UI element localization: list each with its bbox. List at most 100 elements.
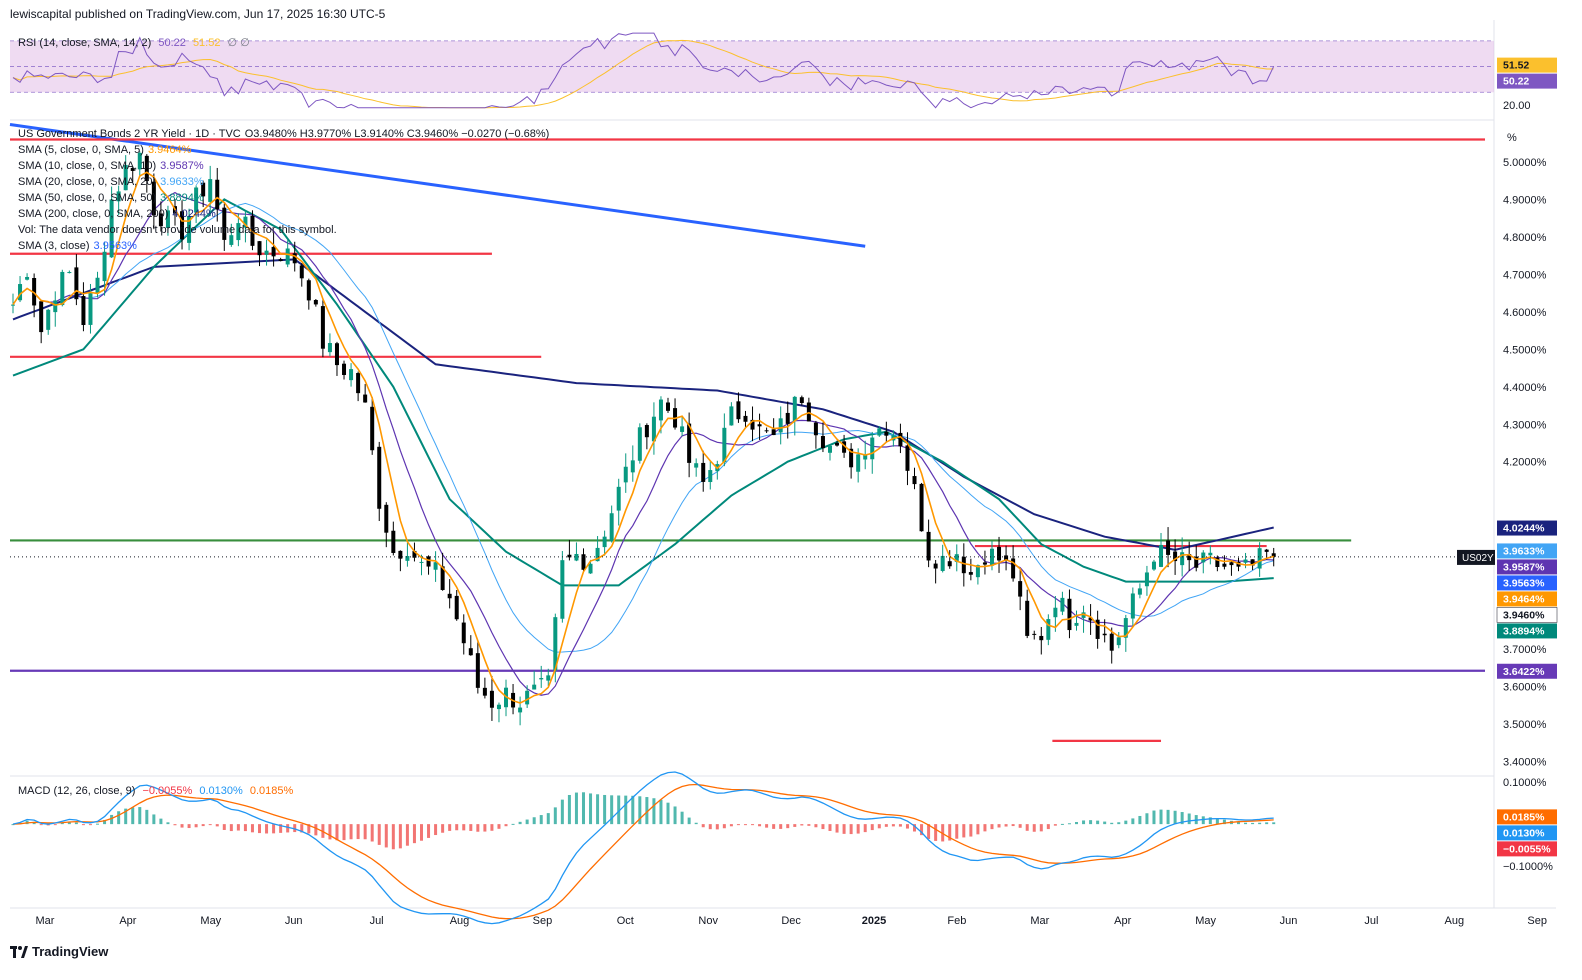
macd-hist-bar (391, 824, 395, 850)
macd-hist-bar (891, 824, 895, 827)
candle-body (475, 653, 480, 688)
candle-body (778, 418, 783, 433)
macd-hist-bar (722, 824, 726, 829)
candle-body (334, 343, 339, 366)
macd-hist-bar (603, 794, 607, 825)
sma20-line (12, 202, 1274, 653)
macd-legend: MACD (12, 26, close, 9) −0.0055% 0.0130%… (18, 785, 293, 797)
candle-body (856, 454, 861, 472)
macd-hist-bar (412, 824, 416, 844)
macd-hist-bar (751, 824, 755, 826)
candle-body (102, 251, 107, 282)
candle-body (905, 445, 910, 471)
macd-hist-bar (342, 824, 346, 841)
price-axis-label: 4.5000% (1503, 344, 1547, 356)
candle-body (11, 304, 15, 306)
candle-body (827, 445, 832, 453)
candle-body (1046, 619, 1051, 640)
legend-sma10: SMA (10, close, 0, SMA, 10) 3.9587% (18, 160, 204, 172)
candle-body (694, 463, 699, 468)
macd-hist-bar (1159, 809, 1163, 825)
macd-hist-bar (532, 817, 536, 825)
candle-body (835, 442, 840, 446)
macd-hist-bar (574, 792, 578, 825)
rsi-badge-label: 50.22 (1503, 76, 1529, 88)
macd-hist-bar (856, 824, 860, 834)
macd-hist-bar (1053, 824, 1057, 826)
rsi-legend-extras: ∅ ∅ (227, 37, 250, 49)
macd-hist-bar (715, 824, 719, 830)
candle-body (757, 424, 762, 427)
candle-body (1039, 635, 1044, 641)
candle-body (637, 427, 642, 461)
candle-body (546, 675, 551, 681)
macd-hist-bar (419, 824, 423, 841)
macd-hist-bar (870, 824, 874, 831)
macd-hist-bar (1244, 822, 1248, 825)
candle-body (539, 678, 544, 680)
candle-body (489, 690, 494, 708)
macd-hist-bar (511, 823, 515, 825)
tradingview-brand[interactable]: TradingView (10, 944, 108, 959)
macd-hist-bar (877, 824, 881, 829)
candle-body (391, 530, 396, 553)
macd-hist-bar (884, 824, 888, 827)
macd-hist-bar (476, 824, 480, 832)
macd-hist-bar (1039, 824, 1043, 832)
macd-hist-bar (398, 824, 402, 849)
sma10-line (12, 191, 1274, 696)
candle-body (785, 412, 790, 424)
price-badge-label: 3.6422% (1503, 666, 1545, 678)
x-axis-label: Sep (1527, 915, 1547, 927)
macd-hist-bar (990, 824, 994, 830)
macd-hist-bar (1082, 820, 1086, 825)
candle-body (884, 431, 889, 436)
candle-body (919, 483, 924, 532)
x-axis-label: Mar (1030, 915, 1049, 927)
candle-body (39, 301, 44, 333)
macd-hist-bar (483, 824, 487, 832)
macd-hist-bar (1096, 820, 1100, 825)
macd-hist-bar (434, 824, 438, 836)
macd-hist-bar (743, 824, 747, 826)
macd-badge-label: 0.0185% (1503, 811, 1545, 823)
rsi-legend-label: RSI (14, close, SMA, 14, 2) (18, 37, 152, 49)
candle-body (1243, 559, 1248, 563)
rsi-sma-legend-value: 51.52 (192, 37, 221, 49)
price-axis-label: 4.7000% (1503, 269, 1547, 281)
price-badge-label: 3.9563% (1503, 577, 1545, 589)
macd-hist-bar (1145, 813, 1149, 825)
candle-body (764, 430, 769, 432)
macd-hist-bar (286, 824, 290, 833)
candle-body (701, 462, 706, 482)
macd-hist-bar (842, 824, 846, 834)
candle-body (1067, 598, 1072, 631)
main-legend: US Government Bonds 2 YR Yield · 1D · TV… (18, 128, 549, 252)
macd-hist-bar (208, 824, 212, 826)
macd-hist-bar (74, 822, 78, 825)
macd-hist-bar (997, 824, 1001, 828)
x-axis-label: Feb (947, 915, 966, 927)
macd-hist-bar (673, 806, 677, 825)
macd-hist-bar (567, 794, 571, 825)
macd-hist-bar (138, 807, 142, 825)
x-axis-label: Nov (698, 915, 718, 927)
macd-hist-bar (962, 824, 966, 838)
candle-body (67, 272, 72, 274)
macd-hist-bar (687, 817, 691, 825)
legend-sma50: SMA (50, close, 0, SMA, 50) 3.8894% (18, 192, 204, 204)
candle-body (961, 556, 966, 574)
candle-body (729, 406, 734, 426)
candle-body (532, 684, 537, 690)
candle-body (771, 429, 776, 436)
macd-hist-bar (560, 799, 564, 825)
candle-body (1144, 572, 1149, 587)
candle-body (1032, 633, 1037, 635)
candle-body (933, 563, 938, 569)
candle-body (74, 267, 79, 300)
macd-hist-bar (236, 824, 240, 831)
tradingview-brand-label: TradingView (32, 944, 109, 959)
candle-body (1109, 633, 1114, 651)
macd-hist-bar (159, 818, 163, 825)
macd-hist-bar (448, 824, 452, 831)
